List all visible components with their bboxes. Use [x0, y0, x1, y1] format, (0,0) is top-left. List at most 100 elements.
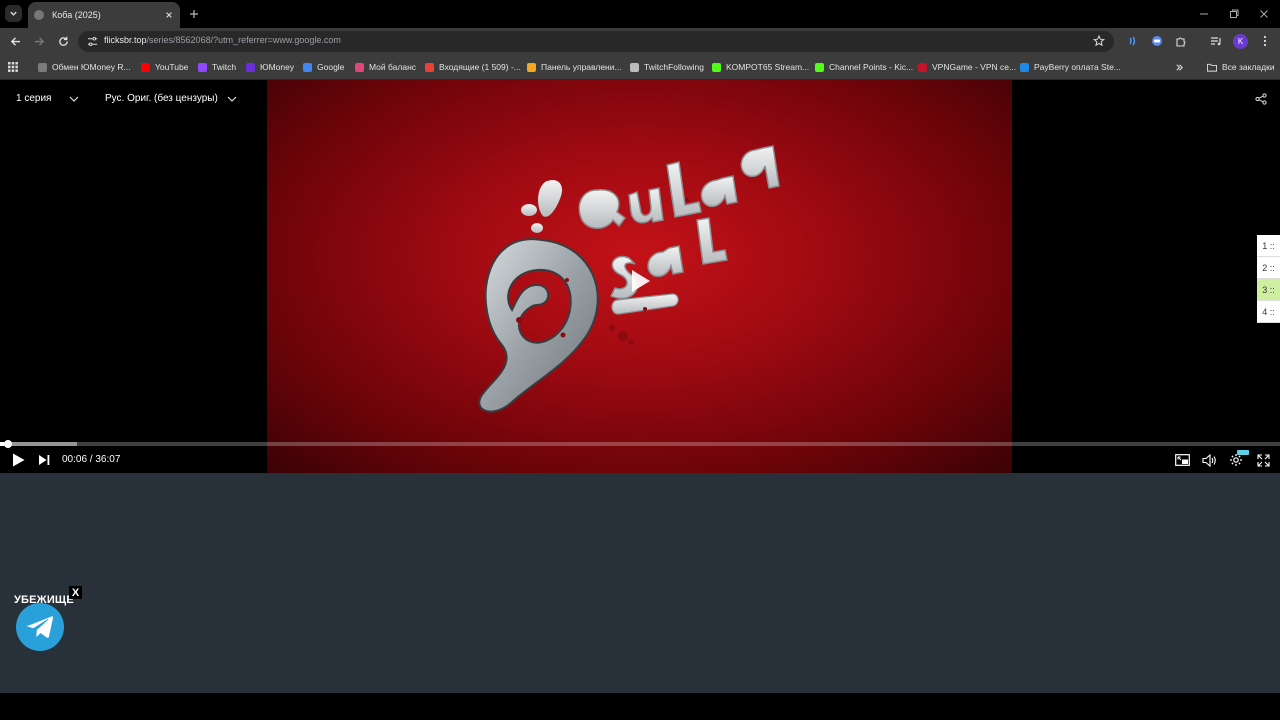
bottom-black-bar	[0, 693, 1280, 720]
play-button[interactable]	[10, 452, 26, 468]
video-player[interactable]: 1 серия Рус. Ориг. (без цензуры) 1 :: 2 …	[0, 80, 1280, 473]
quality-badge	[1237, 450, 1249, 455]
chevron-double-right-icon	[1176, 63, 1183, 71]
bookmark-favicon-icon	[815, 62, 824, 72]
bookmark-favicon-icon	[355, 62, 364, 72]
url-host: flicksbr.top	[104, 35, 147, 45]
source-item-1[interactable]: 1 ::	[1257, 235, 1280, 257]
bookmark-favicon-icon	[1020, 62, 1029, 72]
bookmark-favicon-icon	[712, 62, 721, 72]
bookmark-label: VPNGame - VPN се...	[932, 62, 1017, 72]
tab-search-button[interactable]	[5, 5, 22, 22]
promo-close-button[interactable]: X	[69, 586, 82, 599]
bookmark-item[interactable]: Google	[303, 60, 344, 74]
arrow-right-icon	[34, 36, 44, 46]
bookmark-item[interactable]: Обмен ЮMoney R...	[38, 60, 131, 74]
episode-select-value: 1 серия	[16, 93, 52, 104]
all-bookmarks-label: Все закладки	[1222, 62, 1275, 72]
bookmark-item[interactable]: VPNGame - VPN се...	[918, 60, 1016, 74]
volume-icon	[1201, 453, 1216, 467]
bookmark-label: Обмен ЮMoney R...	[52, 62, 131, 72]
source-item-4[interactable]: 4 ::	[1257, 301, 1280, 323]
reload-button[interactable]	[55, 33, 71, 49]
plus-icon	[190, 10, 198, 18]
share-icon	[1255, 93, 1267, 105]
player-controls: 00:06 / 36:07	[0, 446, 1280, 473]
bookmark-item[interactable]: Channel Points - Kic...	[815, 60, 913, 74]
bookmark-item[interactable]: TwitchFollowing	[630, 60, 704, 74]
bookmark-item[interactable]: ЮMoney	[246, 60, 294, 74]
all-bookmarks-folder[interactable]: Все закладки	[1207, 60, 1275, 74]
bookmark-item[interactable]: Мой баланс	[355, 60, 416, 74]
browser-tab-active[interactable]: Коба (2025)	[28, 2, 180, 28]
telegram-button[interactable]	[16, 603, 64, 651]
bookmark-item[interactable]: KOMPOT65 Stream...	[712, 60, 809, 74]
player-source-list: 1 :: 2 :: 3 :: 4 ::	[1257, 235, 1280, 323]
bookmarks-bar: Обмен ЮMoney R... YouTube Twitch ЮMoney Goog…	[0, 55, 1280, 80]
tab-close-icon[interactable]	[163, 9, 175, 21]
close-window-button[interactable]	[1256, 6, 1272, 22]
share-button[interactable]	[1254, 92, 1268, 106]
source-item-2[interactable]: 2 ::	[1257, 257, 1280, 279]
extension-vpn-icon[interactable]	[1150, 34, 1164, 48]
chevron-down-icon	[10, 11, 17, 16]
apps-grid-icon	[8, 62, 18, 72]
episode-select[interactable]: 1 серия	[16, 93, 79, 104]
restore-button[interactable]	[1226, 6, 1242, 22]
bookmark-label: Входящие (1 509) -...	[439, 62, 521, 72]
picture-in-picture-button[interactable]	[1174, 452, 1190, 468]
media-control-icon[interactable]	[1209, 34, 1223, 48]
reload-icon	[58, 36, 68, 46]
bookmarks-overflow-button[interactable]	[1175, 60, 1184, 74]
extensions-puzzle-icon[interactable]	[1174, 34, 1188, 48]
audio-track-value: Рус. Ориг. (без цензуры)	[105, 93, 218, 104]
apps-button[interactable]	[8, 60, 18, 74]
bookmark-label: ЮMoney	[260, 62, 295, 72]
fullscreen-icon	[1256, 453, 1270, 467]
back-button[interactable]	[7, 33, 23, 49]
bookmark-label: PayBerry оплата Ste...	[1034, 62, 1121, 72]
page-content: 1 серия Рус. Ориг. (без цензуры) 1 :: 2 …	[0, 80, 1280, 720]
bookmark-star-icon[interactable]	[1092, 34, 1106, 48]
bookmark-item[interactable]: Панель управлени...	[527, 60, 622, 74]
bookmark-favicon-icon	[527, 62, 536, 72]
bookmark-item[interactable]: PayBerry оплата Ste...	[1020, 60, 1121, 74]
profile-avatar[interactable]: K	[1233, 34, 1248, 49]
bookmark-label: KOMPOT65 Stream...	[726, 62, 810, 72]
bookmark-label: Мой баланс	[369, 62, 417, 72]
timecode: 00:06 / 36:07	[62, 454, 121, 465]
audio-track-select[interactable]: Рус. Ориг. (без цензуры)	[105, 93, 237, 104]
arrow-left-icon	[10, 36, 20, 46]
forward-button[interactable]	[31, 33, 47, 49]
minimize-button[interactable]	[1196, 6, 1212, 22]
bookmark-favicon-icon	[425, 62, 434, 72]
site-favicon-icon	[34, 10, 44, 20]
fullscreen-button[interactable]	[1255, 452, 1271, 468]
browser-menu-icon[interactable]	[1258, 34, 1272, 48]
close-icon	[1260, 10, 1268, 18]
bookmark-label: TwitchFollowing	[644, 62, 704, 72]
address-bar[interactable]: flicksbr.top/series/8562068/?utm_referre…	[78, 31, 1114, 52]
skip-next-icon	[39, 455, 50, 465]
bookmark-label: YouTube	[155, 62, 189, 72]
telegram-icon	[26, 616, 54, 638]
chevron-down-icon	[227, 94, 237, 104]
bookmark-item[interactable]: Twitch	[198, 60, 236, 74]
extension-sound-icon[interactable]	[1126, 34, 1140, 48]
play-icon	[12, 453, 24, 467]
bookmark-favicon-icon	[38, 62, 47, 72]
bookmark-item[interactable]: YouTube	[141, 60, 188, 74]
page-below-player: УБЕЖИЩЕ X	[0, 473, 1280, 693]
source-item-3[interactable]: 3 ::	[1257, 279, 1280, 301]
volume-button[interactable]	[1201, 452, 1217, 468]
bookmark-item[interactable]: Входящие (1 509) -...	[425, 60, 521, 74]
bookmark-label: Панель управлени...	[541, 62, 622, 72]
bookmark-label: Channel Points - Kic...	[829, 62, 914, 72]
folder-icon	[1207, 63, 1217, 72]
new-tab-button[interactable]	[186, 6, 202, 22]
center-play-button[interactable]	[622, 264, 656, 298]
bookmark-favicon-icon	[630, 62, 639, 72]
site-settings-icon[interactable]	[86, 35, 99, 48]
minimize-icon	[1200, 13, 1208, 15]
next-episode-button[interactable]	[36, 452, 52, 468]
